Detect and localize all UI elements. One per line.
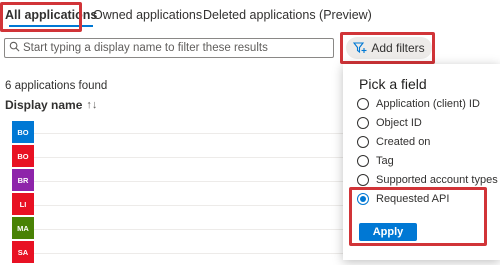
apply-button[interactable]: Apply bbox=[359, 223, 417, 241]
radio-option[interactable]: Tag bbox=[357, 153, 394, 169]
tab-owned-applications[interactable]: Owned applications bbox=[93, 0, 202, 30]
radio-unselected[interactable] bbox=[357, 98, 369, 110]
radio-option-label: Requested API bbox=[376, 193, 450, 205]
radio-selected[interactable] bbox=[357, 193, 369, 205]
search-input[interactable] bbox=[23, 40, 333, 56]
add-filters-button[interactable]: Add filters bbox=[346, 37, 432, 59]
column-header-label: Display name bbox=[5, 98, 83, 112]
radio-unselected[interactable] bbox=[357, 174, 369, 186]
table-row[interactable]: MA bbox=[0, 217, 345, 241]
table-row[interactable]: BO bbox=[0, 121, 345, 145]
table-row[interactable]: LI bbox=[0, 193, 345, 217]
active-tab-indicator bbox=[9, 25, 94, 27]
results-count: 6 applications found bbox=[5, 80, 108, 92]
row-divider bbox=[34, 133, 345, 134]
app-avatar-badge: BR bbox=[12, 169, 34, 191]
flyout-title: Pick a field bbox=[359, 76, 427, 92]
radio-unselected[interactable] bbox=[357, 155, 369, 167]
radio-unselected[interactable] bbox=[357, 136, 369, 148]
app-avatar-badge: BO bbox=[12, 145, 34, 167]
app-avatar-badge: BO bbox=[12, 121, 34, 143]
tab-all-applications[interactable]: All applications bbox=[5, 0, 97, 30]
app-avatar-badge: LI bbox=[12, 193, 34, 215]
radio-option[interactable]: Requested API bbox=[357, 191, 449, 207]
radio-option[interactable]: Created on bbox=[357, 134, 430, 150]
table-row[interactable]: BR bbox=[0, 169, 345, 193]
add-filters-label: Add filters bbox=[371, 41, 425, 55]
radio-option-label: Supported account types bbox=[376, 174, 498, 186]
pick-field-flyout: Pick a field Application (client) ID Obje… bbox=[343, 64, 500, 260]
sort-arrows-icon[interactable]: ↑↓ bbox=[86, 99, 97, 111]
radio-unselected[interactable] bbox=[357, 117, 369, 129]
search-box[interactable] bbox=[4, 38, 334, 58]
row-divider bbox=[34, 205, 345, 206]
search-icon bbox=[5, 41, 23, 55]
filter-add-icon bbox=[353, 42, 367, 54]
radio-option-label: Application (client) ID bbox=[376, 98, 480, 110]
column-header-display-name[interactable]: Display name ↑↓ bbox=[5, 98, 97, 112]
radio-option-label: Created on bbox=[376, 136, 431, 148]
tab-label: All applications bbox=[5, 8, 98, 22]
tab-label: Deleted applications (Preview) bbox=[203, 8, 372, 22]
radio-option[interactable]: Object ID bbox=[357, 115, 422, 131]
radio-option-label: Object ID bbox=[376, 117, 422, 129]
radio-option-label: Tag bbox=[376, 155, 394, 167]
row-divider bbox=[34, 253, 345, 254]
row-divider bbox=[34, 157, 345, 158]
tab-deleted-applications[interactable]: Deleted applications (Preview) bbox=[203, 0, 372, 30]
tab-label: Owned applications bbox=[93, 8, 203, 22]
radio-option[interactable]: Application (client) ID bbox=[357, 96, 480, 112]
row-divider bbox=[34, 181, 345, 182]
radio-option[interactable]: Supported account types bbox=[357, 172, 498, 188]
radio-dot bbox=[360, 196, 366, 202]
table-row[interactable]: BO bbox=[0, 145, 345, 169]
row-divider bbox=[34, 229, 345, 230]
app-avatar-badge: MA bbox=[12, 217, 34, 239]
table-row[interactable]: SA bbox=[0, 241, 345, 265]
